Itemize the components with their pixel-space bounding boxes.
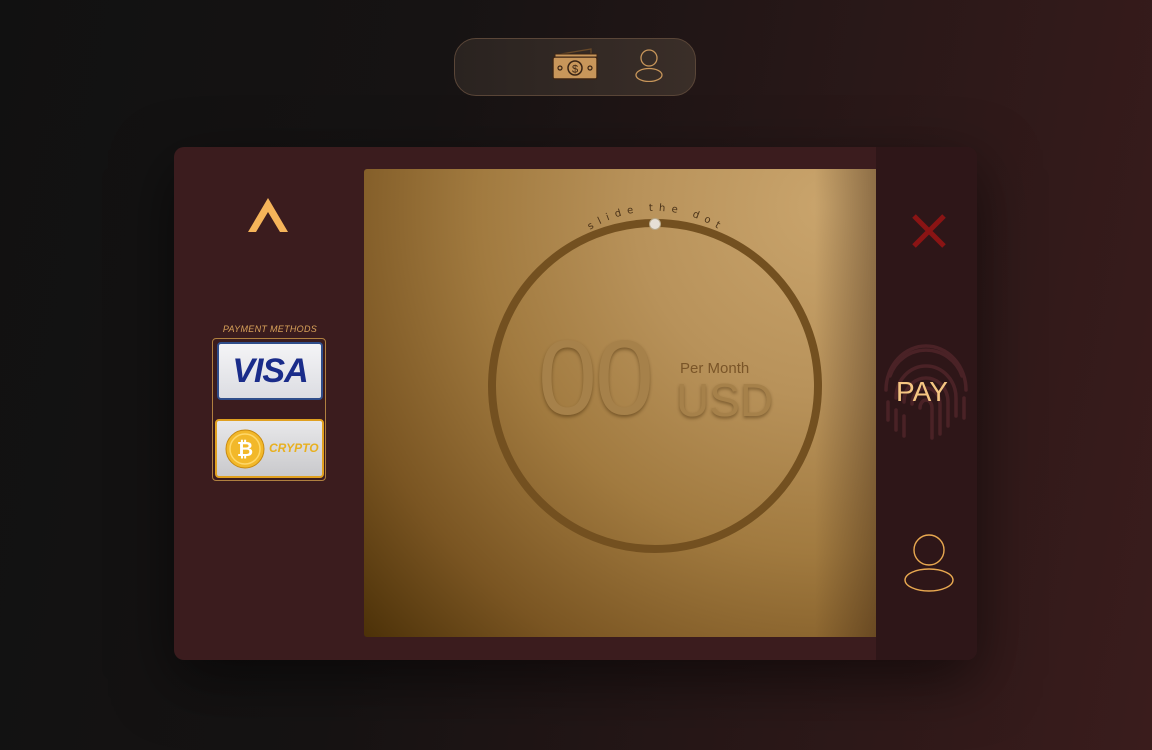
payment-methods-title: PAYMENT METHODS bbox=[222, 324, 318, 334]
slider-dot-handle[interactable] bbox=[649, 218, 661, 230]
pay-button[interactable]: PAY bbox=[896, 376, 948, 408]
user-icon[interactable] bbox=[902, 533, 956, 593]
chevron-up-icon[interactable] bbox=[246, 194, 290, 234]
top-nav-bar: $ bbox=[454, 38, 696, 96]
crypto-option-button[interactable]: ₿ CRYPTO bbox=[215, 419, 324, 478]
amount-value: 00 bbox=[538, 319, 654, 437]
close-icon[interactable] bbox=[910, 212, 948, 250]
visa-option-button[interactable]: VISA bbox=[217, 342, 323, 400]
svg-text:₿: ₿ bbox=[237, 439, 253, 461]
user-icon[interactable] bbox=[633, 48, 665, 82]
money-icon[interactable]: $ bbox=[551, 45, 599, 83]
bitcoin-icon: ₿ bbox=[225, 429, 265, 469]
crypto-label: CRYPTO bbox=[269, 441, 319, 455]
visa-logo: VISA bbox=[232, 351, 308, 390]
slider-hint-arc: slide the dot bbox=[586, 203, 721, 234]
currency-label: USD bbox=[676, 374, 774, 426]
svg-text:$: $ bbox=[572, 64, 578, 76]
